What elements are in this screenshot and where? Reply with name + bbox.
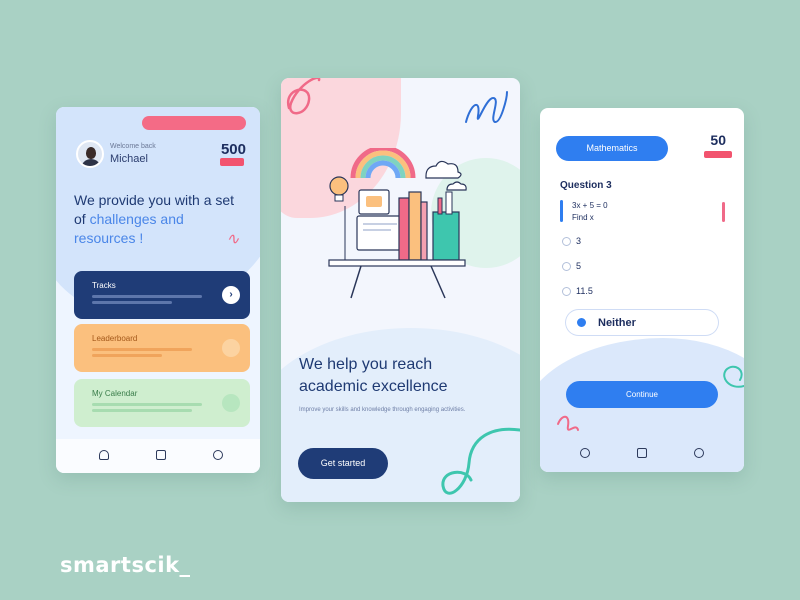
score-badge: [220, 158, 244, 166]
question-marker: [560, 200, 563, 222]
score-badge: [704, 151, 732, 158]
home-screen: Welcome back Michael 500 We provide you …: [56, 107, 260, 473]
score-value: 500: [220, 141, 246, 158]
top-scribbles-icon: [286, 78, 508, 123]
calendar-card[interactable]: My Calendar: [74, 379, 250, 427]
card-title: Leaderboard: [92, 334, 138, 343]
radio-icon[interactable]: [562, 237, 571, 246]
radio-selected-icon[interactable]: [577, 318, 586, 327]
question-line-2: Find x: [572, 213, 594, 222]
option-label: 11.5: [576, 286, 593, 296]
leaderboard-card[interactable]: Leaderboard: [74, 324, 250, 372]
welcome-label: Welcome back: [110, 143, 156, 150]
option-label: Neither: [598, 317, 636, 329]
answer-option[interactable]: 11.5: [562, 286, 593, 296]
question-line-1: 3x + 5 = 0: [572, 201, 608, 210]
question-text: 3x + 5 = 0 Find x: [572, 200, 608, 224]
score-value: 50: [710, 132, 726, 148]
question-number: Question 3: [560, 180, 612, 191]
answer-option[interactable]: 5: [562, 261, 582, 271]
user-name: Michael: [110, 153, 148, 165]
page-heading: We provide you with a set of challenges …: [74, 191, 244, 248]
profile-icon[interactable]: [694, 448, 704, 458]
radio-icon[interactable]: [562, 262, 571, 271]
bottom-scribble-icon: [441, 427, 520, 495]
home-icon[interactable]: [99, 450, 109, 460]
card-title: My Calendar: [92, 389, 138, 398]
tracks-card[interactable]: Tracks ›: [74, 271, 250, 319]
circle-icon[interactable]: [222, 394, 240, 412]
onboarding-heading: We help you reach academic excellence: [299, 356, 448, 395]
decorative-scribble-icon: [722, 202, 725, 222]
folder-icon[interactable]: [156, 450, 166, 460]
option-label: 5: [576, 261, 582, 271]
notification-banner[interactable]: [142, 116, 246, 130]
option-label: 3: [576, 236, 582, 246]
heading-highlight: challenges and resources !: [74, 211, 184, 246]
continue-button[interactable]: Continue: [566, 381, 718, 408]
decorative-scribble-icon: ∿: [226, 229, 240, 248]
radio-icon[interactable]: [562, 287, 571, 296]
profile-icon[interactable]: [213, 450, 223, 460]
onboarding-screen: We help you reach academic excellence Im…: [281, 78, 520, 502]
chevron-right-icon[interactable]: ›: [222, 286, 240, 304]
subject-button[interactable]: Mathematics: [556, 136, 668, 161]
avatar[interactable]: [76, 140, 104, 168]
home-icon[interactable]: [580, 448, 590, 458]
answer-option-selected[interactable]: Neither: [566, 310, 718, 335]
card-title: Tracks: [92, 281, 116, 290]
brand-logo: smartscik_: [60, 553, 191, 577]
study-desk-illustration: [328, 148, 467, 299]
circle-icon[interactable]: [222, 339, 240, 357]
quiz-screen: Mathematics 50 Question 3 3x + 5 = 0 Fin…: [540, 108, 744, 472]
answer-option[interactable]: 3: [562, 236, 582, 246]
folder-icon[interactable]: [637, 448, 647, 458]
